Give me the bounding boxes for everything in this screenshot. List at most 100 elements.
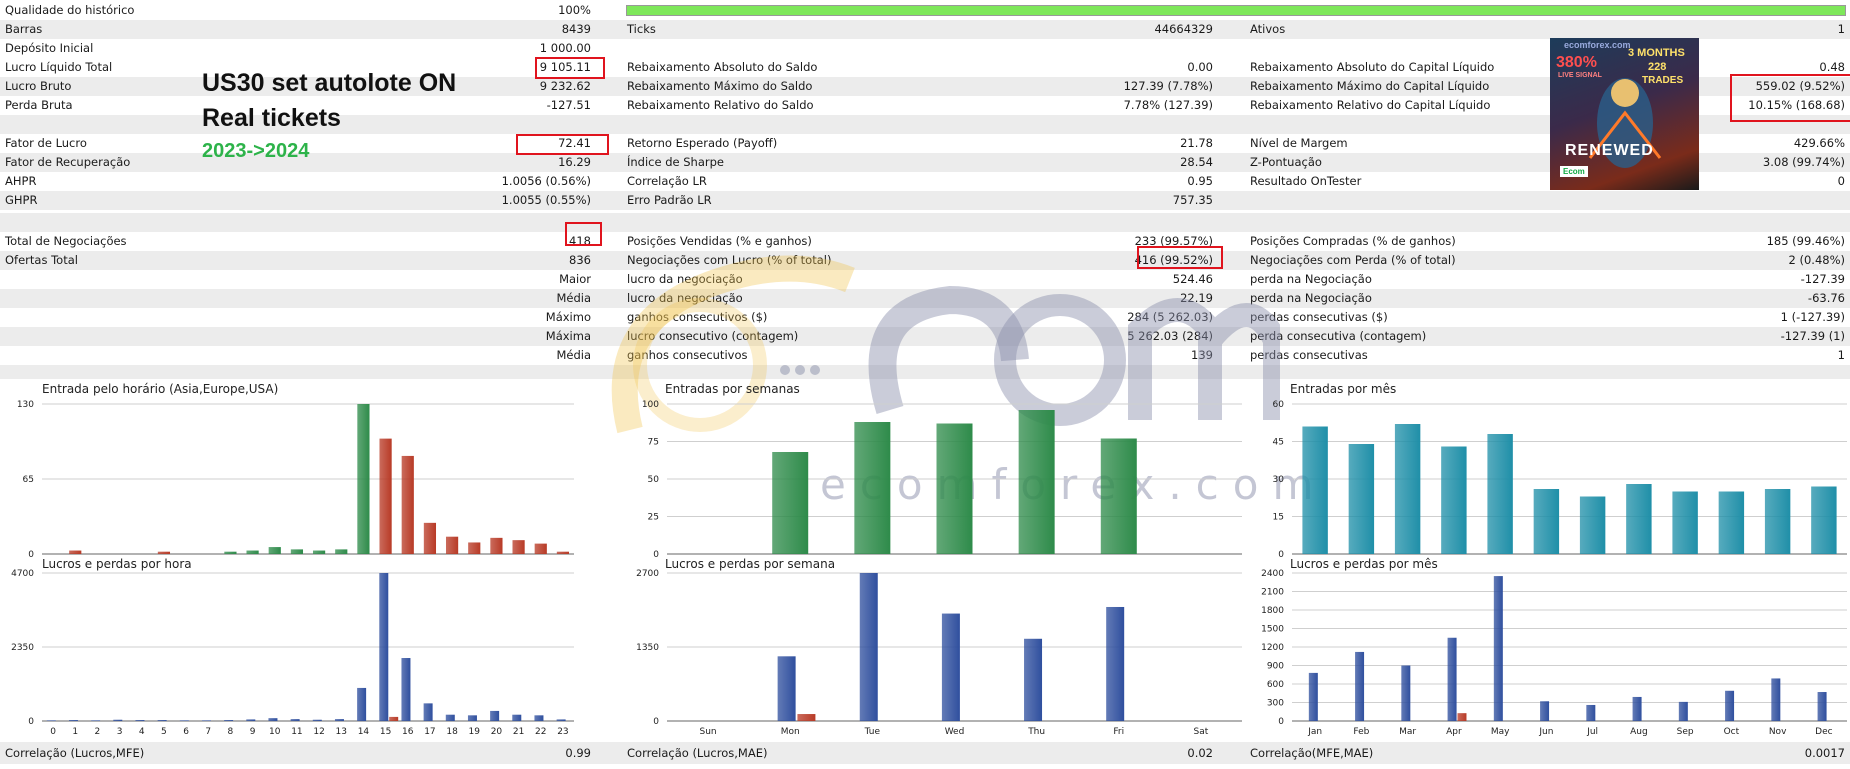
- quality-bar: [626, 5, 1846, 16]
- separator-row: [0, 213, 1850, 232]
- stat-label-1: Perda Bruta: [5, 98, 73, 112]
- x-tick-label: 9: [250, 727, 256, 737]
- y-tick-label: 2400: [1261, 569, 1284, 579]
- bar: [1100, 438, 1137, 554]
- bar: [157, 720, 167, 721]
- chart-plot: 0651300123456789101112131415161718192021…: [17, 400, 574, 560]
- ad-brand: Ecom: [1560, 166, 1588, 177]
- bar: [290, 549, 304, 554]
- bar: [1811, 486, 1837, 554]
- bar: [46, 720, 56, 721]
- trade-label-3: perda consecutiva (contagem): [1250, 329, 1427, 343]
- stat-label-1: Fator de Lucro: [5, 136, 87, 150]
- trade-label-2: Negociações com Lucro (% of total): [627, 253, 832, 267]
- x-tick-label: 7: [205, 727, 211, 737]
- stat-value-2: 0.00: [1187, 60, 1213, 74]
- stat-value-2: 28.54: [1180, 155, 1213, 169]
- stat-label-3: Resultado OnTester: [1250, 174, 1362, 188]
- bar: [1441, 446, 1467, 554]
- stat-label-1: Lucro Bruto: [5, 79, 72, 93]
- bar: [401, 658, 411, 721]
- x-tick-label: Nov: [1769, 727, 1787, 737]
- chart-title: Lucros e perdas por semana: [665, 557, 836, 571]
- bar: [1493, 576, 1503, 721]
- trade-row: Média lucro da negociação 22.19 perda na Ne…: [0, 289, 1850, 308]
- overlay-title: US30 set autolote ON: [202, 69, 457, 97]
- trade-value-2: 284 (5 262.03): [1127, 310, 1213, 324]
- x-tick-label: Mar: [1399, 727, 1416, 737]
- bar: [941, 613, 960, 721]
- stat-label-3: Rebaixamento Relativo do Capital Líquido: [1250, 98, 1491, 112]
- x-tick-label: Dec: [1815, 727, 1832, 737]
- stat-value-3: 3.08 (99.74%): [1762, 155, 1845, 169]
- y-tick-label: 50: [648, 475, 660, 485]
- ad-renewed: RENEWED: [1565, 142, 1654, 159]
- chart-plot: 0235047000 1 2 3 4 5 6 7 8 9 10 11 12 13 14 15 16 17 18 19 2…: [11, 569, 574, 737]
- x-tick-label: Jul: [1586, 727, 1598, 737]
- bar: [445, 536, 459, 554]
- deposit-label: Depósito Inicial: [5, 41, 94, 55]
- y-tick-label: 75: [648, 438, 659, 448]
- x-tick-label: 11: [291, 727, 302, 737]
- x-tick-label: Wed: [945, 727, 965, 737]
- ticks-value: 44664329: [1154, 22, 1213, 36]
- bar: [268, 718, 278, 721]
- bar: [1394, 424, 1421, 554]
- chart-1: 0651300123456789101112131415161718192021…: [0, 380, 585, 560]
- bar: [1678, 701, 1688, 721]
- x-tick-label: 4: [139, 727, 145, 737]
- bar: [268, 547, 281, 554]
- trade-value-1: Média: [556, 348, 591, 362]
- bar: [490, 710, 500, 721]
- trade-value-3: 1 (-127.39): [1780, 310, 1845, 324]
- bar: [69, 550, 82, 554]
- bar: [246, 719, 256, 721]
- x-tick-label: 3: [117, 727, 123, 737]
- y-tick-label: 1800: [1261, 606, 1284, 616]
- x-tick-label: 10: [269, 727, 281, 737]
- ticks-label: Ticks: [627, 22, 656, 36]
- trade-label-3: perdas consecutivas ($): [1250, 310, 1388, 324]
- bar: [1632, 696, 1642, 721]
- bar: [312, 550, 326, 554]
- bar: [772, 452, 809, 554]
- bar: [859, 573, 878, 721]
- corr-mfe-mae-label: Correlação(MFE,MAE): [1250, 746, 1374, 760]
- bar: [135, 720, 145, 721]
- stat-label-3: Rebaixamento Máximo do Capital Líquido: [1250, 79, 1490, 93]
- stat-label-3: Rebaixamento Absoluto do Capital Líquido: [1250, 60, 1495, 74]
- bar: [512, 714, 522, 721]
- trade-label-3: Negociações com Perda (% of total): [1250, 253, 1456, 267]
- x-tick-label: 0: [50, 727, 56, 737]
- stat-label-1: Fator de Recuperação: [5, 155, 131, 169]
- trade-label-1: Total de Negociações: [5, 234, 127, 248]
- y-tick-label: 1500: [1261, 625, 1284, 635]
- x-tick-label: 20: [491, 727, 503, 737]
- bar: [468, 542, 481, 554]
- y-tick-label: 2100: [1261, 588, 1284, 598]
- highlight-profit-factor: [516, 134, 609, 155]
- bar: [1355, 651, 1365, 721]
- y-tick-label: 65: [23, 475, 34, 485]
- x-tick-label: Mon: [781, 727, 800, 737]
- trade-label-2: lucro consecutivo (contagem): [627, 329, 799, 343]
- x-tick-label: Thu: [1027, 727, 1045, 737]
- ad-trades-word: TRADES: [1642, 75, 1684, 86]
- stat-value-2: 21.78: [1180, 136, 1213, 150]
- trade-value-2: 5 262.03 (284): [1127, 329, 1213, 343]
- stat-value-2: 0.95: [1187, 174, 1213, 188]
- overlay-subtitle: Real tickets: [202, 104, 341, 132]
- bar: [1626, 484, 1652, 554]
- x-tick-label: Feb: [1353, 727, 1369, 737]
- trade-value-1: Máxima: [545, 329, 591, 343]
- x-tick-label: 16: [402, 727, 414, 737]
- chart-plot: 015304560JanFebMarAprMayJunJulAugSepOctN…: [1273, 400, 1847, 560]
- x-tick-label: Sep: [1677, 727, 1694, 737]
- bar: [1579, 496, 1606, 554]
- trade-label-2: ganhos consecutivos ($): [627, 310, 768, 324]
- stat-value-3: 0: [1837, 174, 1845, 188]
- bar: [1533, 489, 1560, 554]
- bar: [936, 423, 973, 554]
- x-tick-label: 6: [183, 727, 189, 737]
- bar: [777, 656, 796, 721]
